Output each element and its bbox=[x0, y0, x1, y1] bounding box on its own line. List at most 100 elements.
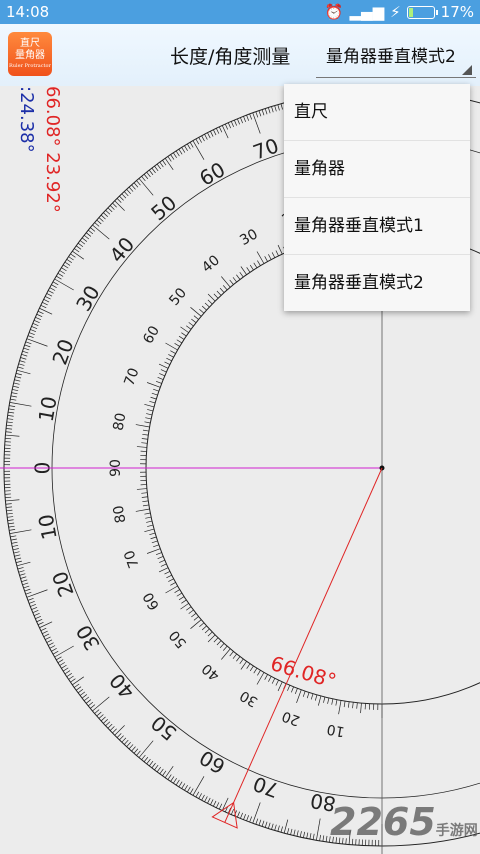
tick bbox=[149, 169, 154, 176]
tick bbox=[94, 222, 100, 227]
tick bbox=[141, 754, 146, 760]
tick bbox=[123, 739, 129, 745]
inner-tick bbox=[178, 596, 185, 601]
menu-item-ruler[interactable]: 直尺 bbox=[284, 84, 470, 141]
inner-tick bbox=[306, 692, 310, 699]
tick bbox=[126, 742, 131, 747]
tick bbox=[167, 156, 172, 162]
tick bbox=[290, 828, 293, 835]
tick bbox=[170, 154, 175, 160]
menu-item-protractor[interactable]: 量角器 bbox=[284, 141, 470, 198]
tick bbox=[15, 560, 22, 563]
tick bbox=[49, 287, 56, 291]
inner-tick bbox=[136, 446, 147, 448]
tick bbox=[9, 529, 32, 534]
tick bbox=[293, 829, 296, 836]
inner-tick bbox=[338, 700, 342, 715]
tick bbox=[162, 160, 167, 166]
tick bbox=[246, 114, 250, 121]
tick bbox=[6, 424, 13, 427]
tick bbox=[283, 819, 289, 834]
tick bbox=[49, 645, 56, 649]
inner-tick bbox=[149, 400, 156, 404]
tick bbox=[306, 832, 309, 839]
tick bbox=[61, 664, 67, 669]
tick bbox=[138, 178, 154, 196]
inner-tick bbox=[164, 571, 171, 575]
tick bbox=[322, 835, 325, 842]
tick bbox=[18, 570, 25, 573]
tick bbox=[36, 313, 43, 318]
tick bbox=[133, 182, 139, 188]
tick bbox=[261, 820, 265, 827]
tick bbox=[7, 519, 14, 521]
tick bbox=[25, 591, 32, 595]
inner-tick bbox=[149, 532, 156, 536]
inner-tick bbox=[207, 299, 213, 305]
inner-tick bbox=[180, 603, 189, 610]
tick bbox=[119, 195, 124, 201]
tick bbox=[164, 158, 174, 171]
inner-tick bbox=[193, 315, 199, 320]
outer-scale-label: 50 bbox=[146, 191, 181, 226]
tick bbox=[187, 786, 191, 793]
menu-item-vertical-2[interactable]: 量角器垂直模式2 bbox=[284, 255, 470, 311]
tick bbox=[98, 714, 104, 719]
inner-tick bbox=[310, 693, 314, 700]
inner-tick bbox=[141, 496, 148, 498]
tick bbox=[131, 746, 136, 752]
inner-tick bbox=[158, 363, 169, 369]
tick bbox=[92, 696, 110, 712]
tick bbox=[119, 735, 124, 741]
tick bbox=[8, 408, 15, 411]
tick bbox=[252, 112, 261, 134]
inner-tick bbox=[219, 287, 225, 293]
tick bbox=[204, 796, 208, 802]
outer-scale-label: 20 bbox=[47, 336, 78, 368]
inner-tick bbox=[221, 648, 231, 660]
inner-tick bbox=[146, 413, 153, 416]
tick bbox=[40, 627, 47, 632]
inner-tick bbox=[277, 244, 283, 255]
tick bbox=[14, 554, 21, 557]
inner-tick bbox=[166, 574, 172, 579]
tick bbox=[68, 675, 74, 680]
inner-tick bbox=[168, 354, 174, 358]
tick bbox=[35, 316, 41, 320]
inner-tick bbox=[142, 433, 149, 436]
inner-scale-label: 40 bbox=[199, 660, 223, 684]
inner-tick bbox=[136, 488, 147, 490]
tick bbox=[12, 545, 19, 547]
inner-tick bbox=[193, 616, 199, 621]
tick bbox=[39, 307, 53, 315]
inner-tick bbox=[317, 695, 322, 706]
inner-tick bbox=[253, 262, 258, 269]
tick bbox=[233, 119, 237, 126]
inner-tick bbox=[145, 516, 152, 519]
inner-scale-label: 60 bbox=[140, 323, 163, 346]
tick bbox=[133, 748, 139, 754]
tick bbox=[77, 242, 84, 248]
tick bbox=[14, 379, 21, 382]
inner-tick bbox=[135, 424, 150, 428]
inner-tick bbox=[170, 350, 176, 354]
measure-line bbox=[224, 467, 383, 823]
tick bbox=[184, 145, 188, 152]
inner-tick bbox=[181, 599, 187, 604]
tick bbox=[287, 828, 290, 835]
tick bbox=[96, 219, 102, 225]
tick bbox=[243, 116, 246, 123]
tick bbox=[105, 721, 111, 727]
tick bbox=[85, 232, 92, 237]
tick bbox=[128, 186, 134, 192]
tick bbox=[63, 264, 69, 269]
inner-scale-label: 20 bbox=[280, 707, 302, 728]
inner-tick bbox=[201, 625, 207, 631]
tick bbox=[210, 131, 214, 137]
tick bbox=[57, 659, 64, 663]
tick bbox=[42, 630, 48, 635]
menu-item-vertical-1[interactable]: 量角器垂直模式1 bbox=[284, 198, 470, 255]
tick bbox=[230, 121, 234, 127]
tick bbox=[151, 167, 156, 174]
tick bbox=[64, 261, 71, 266]
